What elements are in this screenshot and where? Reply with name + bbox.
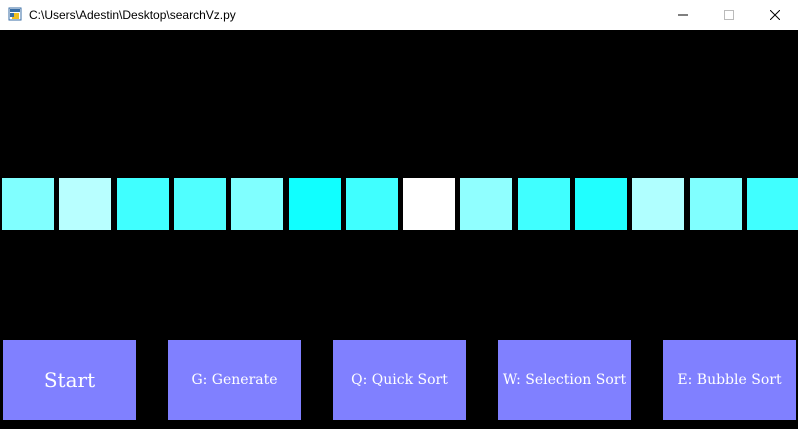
bubble-sort-button[interactable]: E: Bubble Sort (663, 340, 796, 420)
array-cell (289, 178, 341, 230)
python-app-icon (8, 7, 22, 21)
maximize-icon (724, 10, 734, 20)
visualization-canvas: Start G: Generate Q: Quick Sort W: Selec… (0, 30, 798, 429)
array-cell (518, 178, 570, 230)
array-cell (117, 178, 169, 230)
title-bar[interactable]: C:\Users\Adestin\Desktop\searchVz.py (0, 0, 798, 30)
selection-sort-button[interactable]: W: Selection Sort (498, 340, 631, 420)
array-cell (632, 178, 684, 230)
generate-button[interactable]: G: Generate (168, 340, 301, 420)
array-cell (2, 178, 54, 230)
minimize-button[interactable] (660, 0, 706, 30)
array-cell (346, 178, 398, 230)
array-cell (403, 178, 455, 230)
window-title: C:\Users\Adestin\Desktop\searchVz.py (29, 8, 236, 22)
quick-sort-button[interactable]: Q: Quick Sort (333, 340, 466, 420)
array-cell (231, 178, 283, 230)
array-cell (747, 178, 798, 230)
maximize-button[interactable] (706, 0, 752, 30)
array-cell (174, 178, 226, 230)
close-icon (770, 10, 780, 20)
array-cell (59, 178, 111, 230)
minimize-icon (678, 14, 688, 16)
start-button[interactable]: Start (3, 340, 136, 420)
close-button[interactable] (752, 0, 798, 30)
array-cell (575, 178, 627, 230)
array-cell (690, 178, 742, 230)
array-cell (460, 178, 512, 230)
app-window: C:\Users\Adestin\Desktop\searchVz.py Sta… (0, 0, 798, 429)
